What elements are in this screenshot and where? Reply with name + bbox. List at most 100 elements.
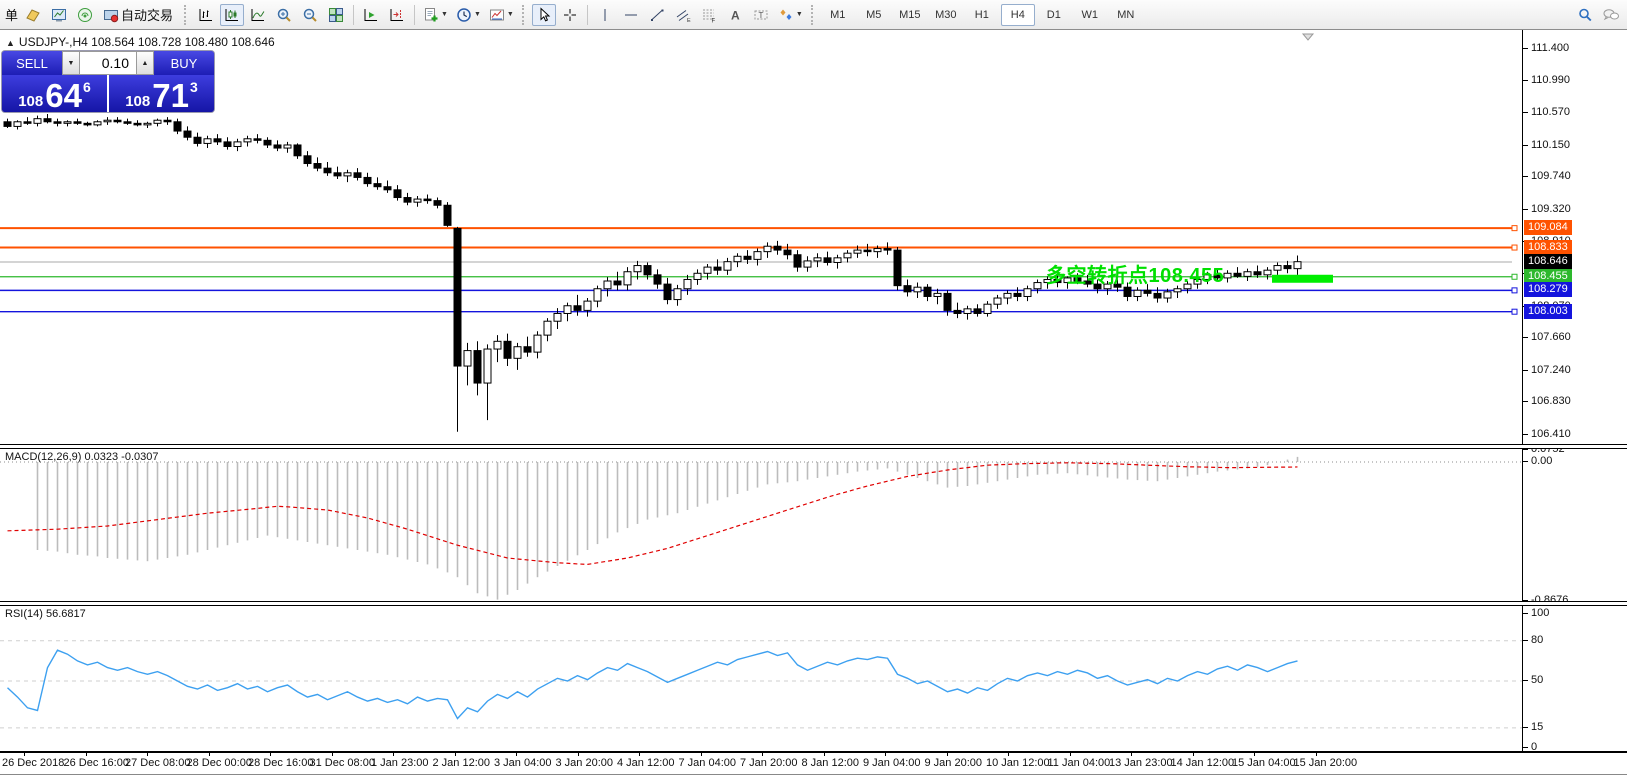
price-axis-tick: 111.400	[1531, 42, 1569, 54]
auto-scroll-button[interactable]	[359, 4, 383, 26]
toolbar-grip[interactable]	[811, 5, 816, 25]
cursor-tool-button[interactable]	[532, 4, 556, 26]
toolbar-grip[interactable]	[184, 5, 189, 25]
collapse-triangle-icon[interactable]: ▲	[6, 38, 15, 48]
time-axis-tick	[1070, 753, 1071, 756]
channel-icon: E	[675, 7, 691, 23]
bar-chart-button[interactable]	[194, 4, 218, 26]
time-axis-tick	[86, 753, 87, 756]
time-axis-tick	[147, 753, 148, 756]
rsi-axis-tick: 50	[1531, 674, 1543, 686]
price-chart-panel[interactable]: ▲USDJPY-,H4 108.564 108.728 108.480 108.…	[0, 30, 1522, 444]
timeframe-button-m1[interactable]: M1	[821, 4, 855, 26]
signal-button[interactable]	[73, 4, 97, 26]
arrows-tool-button[interactable]: ▼	[775, 4, 806, 26]
time-axis-tick	[701, 753, 702, 756]
time-axis-label: 28 Dec 16:00	[248, 757, 313, 769]
chart-shift-icon	[389, 7, 405, 23]
trendline-tool-button[interactable]	[645, 4, 669, 26]
buy-button[interactable]: BUY	[154, 51, 214, 75]
timeframe-button-h4[interactable]: H4	[1001, 4, 1035, 26]
zoom-in-icon	[276, 7, 292, 23]
timeframe-button-mn[interactable]: MN	[1109, 4, 1143, 26]
time-axis-label: 3 Jan 20:00	[556, 757, 614, 769]
text-tool-button[interactable]: A	[723, 4, 747, 26]
line-chart-button[interactable]	[246, 4, 270, 26]
indicators-button[interactable]: ▼	[420, 4, 451, 26]
arrows-icon	[778, 7, 794, 23]
timeframe-button-m30[interactable]: M30	[929, 4, 963, 26]
text-label-icon: T	[753, 7, 769, 23]
fibonacci-tool-button[interactable]: F	[697, 4, 721, 26]
chat-button[interactable]	[1599, 4, 1623, 26]
time-axis-label: 11 Jan 04:00	[1048, 757, 1111, 769]
zoom-in-button[interactable]	[272, 4, 296, 26]
buy-price-big: 71	[152, 83, 189, 109]
candlestick-chart-button[interactable]	[220, 4, 244, 26]
horizontal-line-icon	[623, 7, 639, 23]
time-axis[interactable]: 26 Dec 201826 Dec 16:0027 Dec 08:0028 De…	[0, 753, 1627, 774]
timeframe-button-h1[interactable]: H1	[965, 4, 999, 26]
crosshair-tool-button[interactable]	[558, 4, 582, 26]
trendline-icon	[649, 7, 665, 23]
chart-shift-button[interactable]	[385, 4, 409, 26]
volume-increase-button[interactable]: ▲	[136, 51, 154, 75]
horizontal-line-tool-button[interactable]	[619, 4, 643, 26]
charts-window-button[interactable]	[47, 4, 71, 26]
price-axis-tick: 109.320	[1531, 203, 1571, 215]
equidistant-channel-tool-button[interactable]: E	[671, 4, 695, 26]
rsi-axis-tick: 80	[1531, 634, 1543, 646]
volume-decrease-button[interactable]: ▼	[62, 51, 80, 75]
time-axis-tick	[393, 753, 394, 756]
toolbar: 单 自动交易	[0, 0, 1627, 30]
bar-chart-icon	[198, 7, 214, 23]
toolbar-grip[interactable]	[522, 5, 527, 25]
timeframe-button-m5[interactable]: M5	[857, 4, 891, 26]
time-axis-tick	[639, 753, 640, 756]
time-axis-label: 15 Jan 04:00	[1232, 757, 1296, 769]
periods-button[interactable]: ▼	[453, 4, 484, 26]
svg-text:T: T	[758, 11, 763, 20]
macd-panel[interactable]: MACD(12,26,9) 0.0323 -0.0307	[0, 448, 1522, 601]
time-axis-label: 8 Jan 12:00	[802, 757, 860, 769]
panel-separator[interactable]	[0, 444, 1627, 449]
rsi-axis-tick: 15	[1531, 721, 1543, 733]
volume-input[interactable]: 0.10	[80, 51, 136, 75]
sell-price-display[interactable]: 108 64 6	[2, 75, 109, 112]
macd-axis-tick: 0.00	[1531, 455, 1552, 467]
time-axis-tick	[1131, 753, 1132, 756]
zoom-out-button[interactable]	[298, 4, 322, 26]
timeframe-button-d1[interactable]: D1	[1037, 4, 1071, 26]
new-order-icon-button[interactable]	[21, 4, 45, 26]
text-label-tool-button[interactable]: T	[749, 4, 773, 26]
time-axis-label: 27 Dec 08:00	[125, 757, 190, 769]
buy-price-display[interactable]: 108 71 3	[109, 75, 214, 112]
sell-button[interactable]: SELL	[2, 51, 62, 75]
dropdown-arrow-icon: ▼	[796, 11, 803, 18]
autotrade-button[interactable]: 自动交易	[99, 4, 179, 26]
price-axis-tick: 106.410	[1531, 428, 1571, 440]
tile-windows-button[interactable]	[324, 4, 348, 26]
svg-text:F: F	[711, 18, 715, 23]
time-axis-tick	[209, 753, 210, 756]
dropdown-arrow-icon: ▼	[474, 11, 481, 18]
time-axis-label: 13 Jan 23:00	[1109, 757, 1173, 769]
timeframe-button-m15[interactable]: M15	[893, 4, 927, 26]
price-axis[interactable]: 111.400110.990110.570110.150109.740109.3…	[1522, 30, 1627, 751]
buy-price-pip: 3	[190, 80, 198, 94]
time-axis-tick	[1193, 753, 1194, 756]
auto-scroll-icon	[363, 7, 379, 23]
panel-separator[interactable]	[0, 601, 1627, 606]
svg-text:A: A	[731, 8, 740, 22]
new-order-button[interactable]: 单	[5, 5, 18, 24]
time-axis-tick	[332, 753, 333, 756]
dropdown-arrow-icon: ▼	[507, 11, 514, 18]
search-button[interactable]	[1573, 4, 1597, 26]
time-axis-tick	[824, 753, 825, 756]
vertical-line-tool-button[interactable]	[593, 4, 617, 26]
tile-windows-icon	[328, 7, 344, 23]
timeframe-button-w1[interactable]: W1	[1073, 4, 1107, 26]
rsi-panel[interactable]: RSI(14) 56.6817	[0, 605, 1522, 751]
templates-button[interactable]: ▼	[486, 4, 517, 26]
time-axis-tick	[516, 753, 517, 756]
